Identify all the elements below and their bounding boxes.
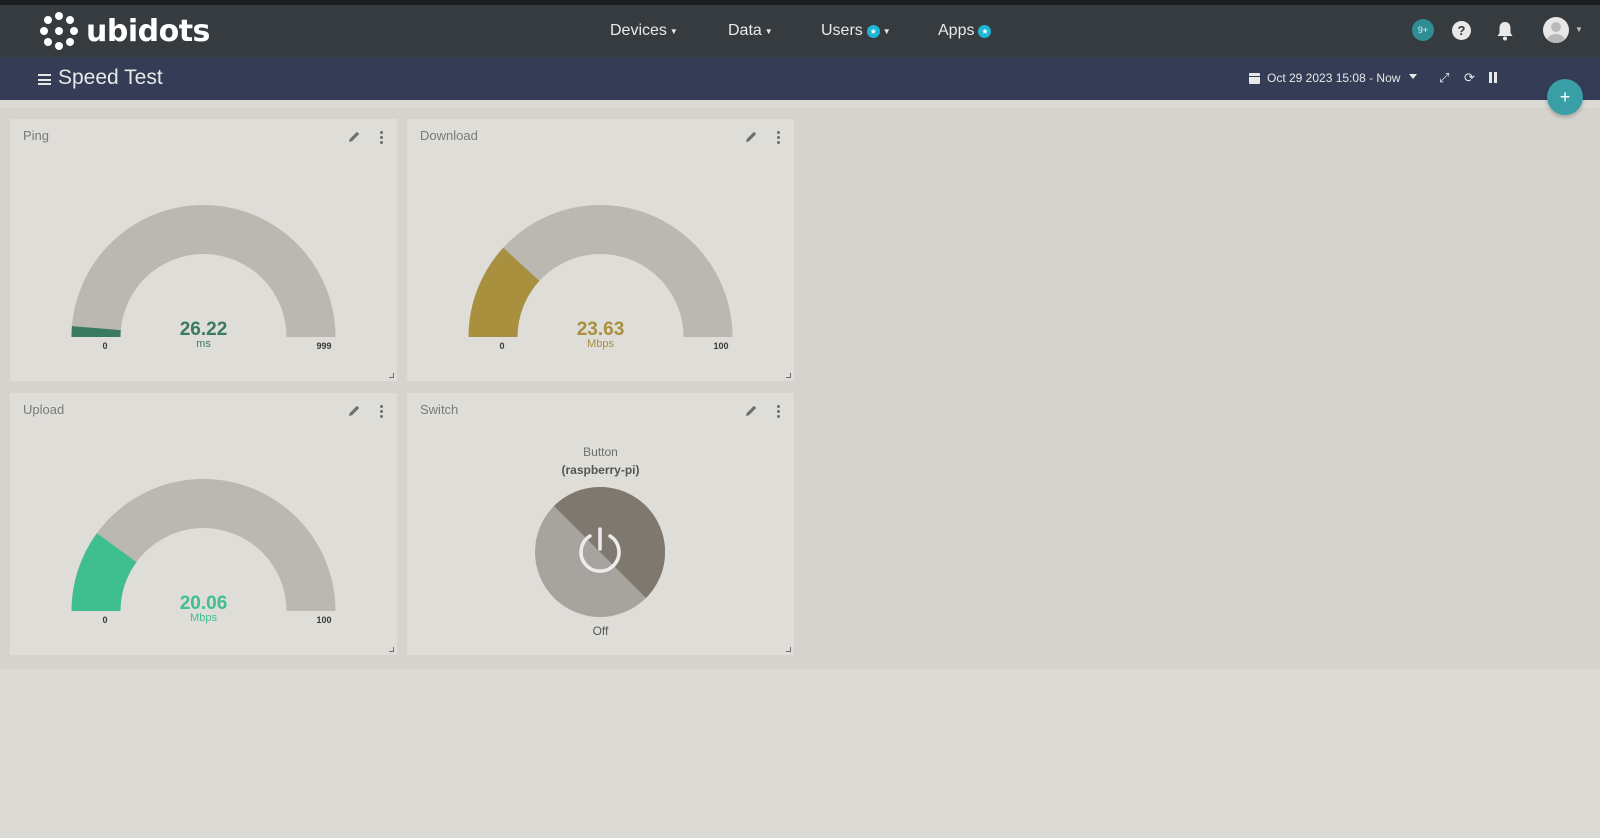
- chevron-down-icon[interactable]: [1409, 74, 1417, 79]
- gauge-min-label: 0: [499, 341, 505, 351]
- user-avatar[interactable]: [1543, 17, 1569, 43]
- nav-devices-label: Devices: [610, 22, 667, 39]
- calendar-icon: [1249, 73, 1260, 84]
- chevron-down-icon: ▼: [669, 26, 678, 36]
- chevron-down-icon: ▼: [764, 26, 773, 36]
- top-navbar: ubidots Devices ▼ Data ▼ Users ★ ▼ Apps ★ 9+ …: [0, 5, 1600, 57]
- dashboard-toolbar: Speed Test Oct 29 2023 15:08 - Now ⤢ ⟳: [0, 57, 1600, 100]
- nav-apps-label: Apps: [938, 22, 975, 39]
- more-options-icon[interactable]: [777, 405, 781, 418]
- resize-handle[interactable]: [389, 373, 394, 378]
- gauge-max-label: 100: [713, 341, 729, 351]
- widget-title: Switch: [420, 402, 459, 417]
- resize-handle[interactable]: [786, 373, 791, 378]
- widget-download: Download 23.63 Mbps 0 100: [407, 119, 794, 381]
- switch-device-label: (raspberry-pi): [561, 463, 640, 477]
- switch-state-label: Off: [592, 624, 609, 638]
- ubidots-logo[interactable]: ubidots: [40, 12, 210, 50]
- nav-data[interactable]: Data ▼: [728, 5, 773, 57]
- logo-dots-icon: [40, 12, 78, 50]
- user-icon: [1547, 22, 1565, 43]
- switch-variable-label: Button: [583, 445, 618, 459]
- nav-devices[interactable]: Devices ▼: [610, 5, 678, 57]
- nav-data-label: Data: [728, 22, 762, 39]
- gauge-min-label: 0: [102, 341, 108, 351]
- dashboard-title[interactable]: Speed Test: [58, 66, 163, 90]
- edit-pencil-icon[interactable]: [744, 404, 758, 418]
- gauge-min-label: 0: [102, 615, 108, 625]
- widget-switch: Switch Button (raspberry-pi) Off: [407, 393, 794, 655]
- nav-apps[interactable]: Apps ★: [938, 5, 992, 57]
- star-badge-icon: ★: [978, 24, 992, 38]
- resize-handle[interactable]: [389, 647, 394, 652]
- date-range-picker[interactable]: Oct 29 2023 15:08 - Now: [1267, 71, 1400, 85]
- help-icon[interactable]: ?: [1452, 21, 1471, 40]
- add-widget-button[interactable]: +: [1547, 79, 1583, 115]
- notifications-count-badge[interactable]: 9+: [1412, 19, 1434, 41]
- widget-ping: Ping 26.22 ms 0 999: [10, 119, 397, 381]
- widget-upload: Upload 20.06 Mbps 0 100: [10, 393, 397, 655]
- power-switch-button[interactable]: [535, 487, 665, 617]
- nav-users[interactable]: Users ★ ▼: [821, 5, 891, 57]
- chevron-down-icon[interactable]: ▼: [1575, 25, 1583, 34]
- menu-icon[interactable]: [38, 74, 51, 85]
- refresh-icon[interactable]: ⟳: [1464, 71, 1475, 85]
- bell-icon[interactable]: [1495, 20, 1515, 42]
- resize-handle[interactable]: [786, 647, 791, 652]
- nav-users-label: Users: [821, 22, 863, 39]
- gauge-track: [71, 205, 336, 337]
- gauge-max-label: 100: [316, 615, 332, 625]
- logo-text: ubidots: [86, 13, 210, 49]
- dashboard-canvas: Ping 26.22 ms 0 999 Download 23.63 Mbps …: [0, 108, 1600, 669]
- pause-icon[interactable]: [1489, 72, 1498, 83]
- star-badge-icon: ★: [866, 24, 880, 38]
- expand-icon[interactable]: ⤢: [1439, 71, 1449, 85]
- chevron-down-icon: ▼: [882, 26, 891, 36]
- gauge-max-label: 999: [316, 341, 332, 351]
